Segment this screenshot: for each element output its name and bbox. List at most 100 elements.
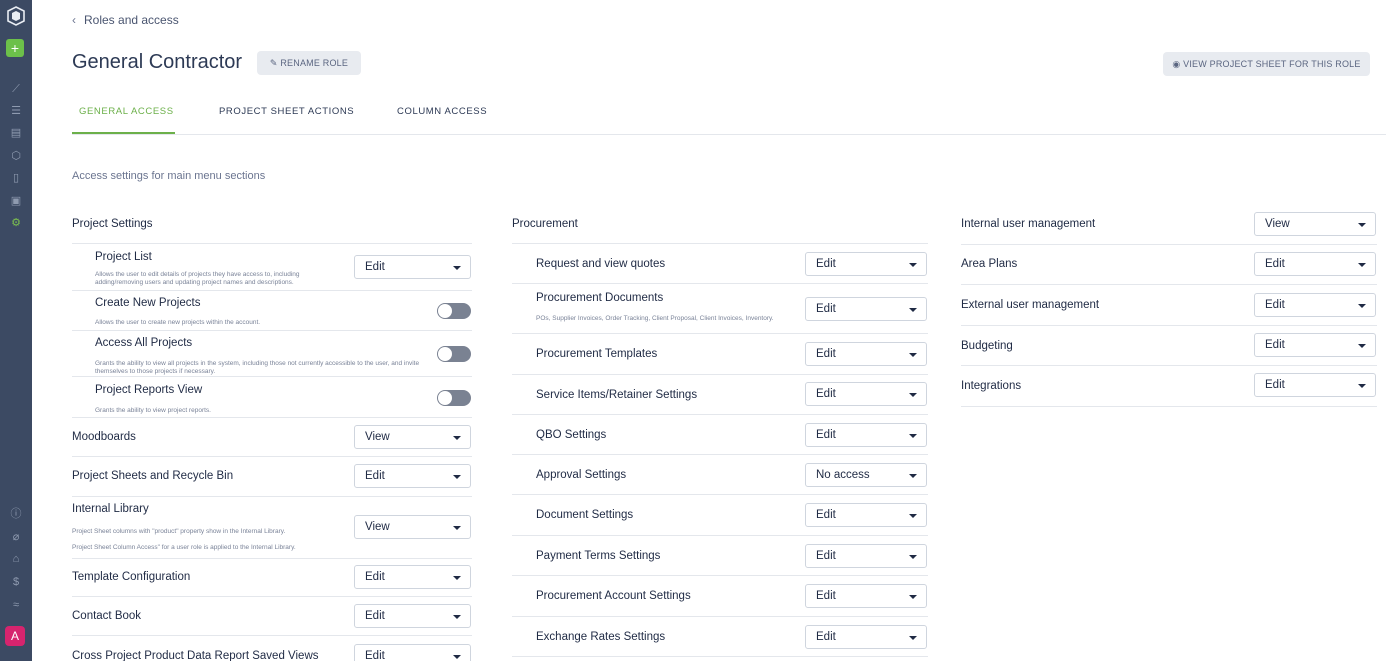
rename-role-button[interactable]: ✎ RENAME ROLE <box>257 51 361 75</box>
caret-down-icon <box>909 514 917 518</box>
access-select[interactable]: Edit <box>354 644 471 661</box>
access-select[interactable]: Edit <box>1254 333 1376 357</box>
access-select[interactable]: Edit <box>354 565 471 589</box>
setting-row-procurement-templates: Procurement Templates Edit <box>512 334 928 375</box>
toggle-switch[interactable] <box>437 390 471 406</box>
section-header-row: Project Settings <box>72 205 472 244</box>
setting-label: Project Sheets and Recycle Bin <box>72 470 234 482</box>
setting-row-integrations: Integrations Edit <box>961 366 1377 407</box>
caret-down-icon <box>453 266 461 270</box>
chart-icon[interactable]: ⟋ <box>9 82 23 96</box>
setting-label: Payment Terms Settings <box>536 550 661 562</box>
access-select[interactable]: Edit <box>1254 373 1376 397</box>
setting-label: Budgeting <box>961 340 1013 352</box>
setting-row-template-configuration: Template Configuration Edit <box>72 559 472 597</box>
tab-general-access[interactable]: GENERAL ACCESS <box>79 106 174 117</box>
setting-row-exchange-rates: Exchange Rates Settings Edit <box>512 617 928 657</box>
access-select[interactable]: Edit <box>354 255 471 279</box>
setting-description: Allows the user to create new projects w… <box>95 319 261 326</box>
select-value: Edit <box>816 631 836 643</box>
setting-row-project-sheets: Project Sheets and Recycle Bin Edit <box>72 457 472 497</box>
settings-icon[interactable]: ⚙ <box>9 216 23 230</box>
back-link[interactable]: ‹ Roles and access <box>72 13 179 27</box>
access-select[interactable]: View <box>1254 212 1376 236</box>
setting-row-create-new-projects: Create New Projects Allows the user to c… <box>72 291 472 331</box>
access-select[interactable]: Edit <box>805 382 927 406</box>
setting-row-document-settings: Document Settings Edit <box>512 495 928 536</box>
setting-row-cross-project-report: Cross Project Product Data Report Saved … <box>72 636 472 661</box>
section-heading: Project Settings <box>72 218 153 230</box>
select-value: Edit <box>816 509 836 521</box>
tab-project-sheet-actions[interactable]: PROJECT SHEET ACTIONS <box>219 106 354 117</box>
access-select[interactable]: Edit <box>805 503 927 527</box>
setting-row-qbo-settings: QBO Settings Edit <box>512 415 928 455</box>
access-select[interactable]: Edit <box>354 464 471 488</box>
access-select[interactable]: Edit <box>805 625 927 649</box>
setting-row-moodboards: Moodboards View <box>72 418 472 457</box>
caret-down-icon <box>1358 384 1366 388</box>
avatar[interactable]: A <box>5 626 25 646</box>
access-select[interactable]: Edit <box>805 297 927 321</box>
access-select[interactable]: Edit <box>1254 293 1376 317</box>
document-icon[interactable]: ▤ <box>9 126 23 140</box>
setting-label: Approval Settings <box>536 469 627 481</box>
rss-icon[interactable]: ≈ <box>9 598 23 612</box>
toggle-knob <box>438 347 452 361</box>
dollar-icon[interactable]: $ <box>9 575 23 589</box>
access-select[interactable]: Edit <box>805 252 927 276</box>
caret-down-icon <box>909 308 917 312</box>
info-icon[interactable]: ⓘ <box>9 507 23 521</box>
select-value: Edit <box>1265 379 1285 391</box>
select-value: Edit <box>816 303 836 315</box>
caret-down-icon <box>1358 344 1366 348</box>
box-icon[interactable]: ⬡ <box>9 149 23 163</box>
access-select[interactable]: View <box>354 425 471 449</box>
back-label: Roles and access <box>84 13 179 27</box>
clip-icon[interactable]: ⌀ <box>9 530 23 544</box>
setting-label: Contact Book <box>72 610 142 622</box>
logo-icon[interactable] <box>7 6 25 26</box>
access-select[interactable]: Edit <box>805 342 927 366</box>
setting-label: Integrations <box>961 380 1022 392</box>
access-select[interactable]: Edit <box>805 544 927 568</box>
setting-description: Allows the user to edit details of proje… <box>95 271 300 286</box>
setting-row-procurement-account: Procurement Account Settings Edit <box>512 576 928 617</box>
setting-row-internal-user-management: Internal user management View <box>961 205 1377 245</box>
add-icon[interactable]: + <box>6 39 24 57</box>
select-value: Edit <box>365 650 385 661</box>
list-icon[interactable]: ☰ <box>9 104 23 118</box>
view-project-sheet-button[interactable]: ◉ VIEW PROJECT SHEET FOR THIS ROLE <box>1163 52 1370 76</box>
chevron-left-icon: ‹ <box>72 13 76 27</box>
setting-row-internal-library: Internal Library Project Sheet columns w… <box>72 497 472 559</box>
tab-column-access[interactable]: COLUMN ACCESS <box>397 106 487 117</box>
access-select[interactable]: Edit <box>805 423 927 447</box>
setting-row-access-all-projects: Access All Projects Grants the ability t… <box>72 331 472 377</box>
view-project-sheet-label: VIEW PROJECT SHEET FOR THIS ROLE <box>1183 59 1361 69</box>
setting-row-area-plans: Area Plans Edit <box>961 245 1377 285</box>
setting-description: Grants the ability to view project repor… <box>95 407 211 414</box>
caret-down-icon <box>909 595 917 599</box>
access-select[interactable]: No access <box>805 463 927 487</box>
setting-description: Project Sheet columns with "product" pro… <box>72 528 286 535</box>
file-icon[interactable]: ▯ <box>9 171 23 185</box>
caret-down-icon <box>909 555 917 559</box>
access-select[interactable]: Edit <box>1254 252 1376 276</box>
setting-label: Project List <box>95 251 152 263</box>
toggle-switch[interactable] <box>437 346 471 362</box>
setting-row-project-list: Project List Allows the user to edit det… <box>72 244 472 291</box>
caret-down-icon <box>909 474 917 478</box>
setting-label: QBO Settings <box>536 429 607 441</box>
section-heading: Procurement <box>512 218 578 230</box>
access-select[interactable]: Edit <box>805 584 927 608</box>
toggle-switch[interactable] <box>437 303 471 319</box>
report-icon[interactable]: ▣ <box>9 194 23 208</box>
setting-row-procurement-documents: Procurement Documents POs, Supplier Invo… <box>512 284 928 334</box>
setting-label: Exchange Rates Settings <box>536 631 666 643</box>
setting-label: Template Configuration <box>72 571 191 583</box>
access-select[interactable]: View <box>354 515 471 539</box>
setting-row-approval-settings: Approval Settings No access <box>512 455 928 495</box>
access-select[interactable]: Edit <box>354 604 471 628</box>
home-icon[interactable]: ⌂ <box>9 552 23 566</box>
select-value: No access <box>816 469 870 481</box>
setting-label: Document Settings <box>536 509 634 521</box>
